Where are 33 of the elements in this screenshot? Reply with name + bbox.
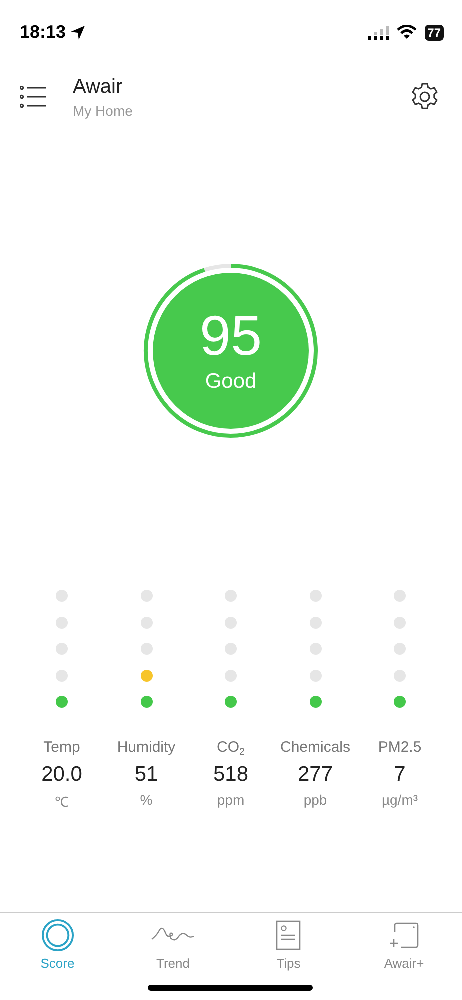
ring-icon bbox=[40, 919, 75, 952]
sensor-unit: ℃ bbox=[55, 792, 69, 811]
sensor-unit: ppm bbox=[217, 792, 245, 808]
sensor-unit: ppb bbox=[304, 792, 328, 808]
score-value: 95 bbox=[200, 308, 262, 364]
app-title: Awair bbox=[73, 76, 124, 99]
sensor-unit: % bbox=[140, 792, 153, 808]
score-label: Good bbox=[205, 370, 257, 394]
tab[interactable]: Score bbox=[0, 919, 116, 972]
sensor-value: 7 bbox=[394, 762, 406, 787]
tab[interactable]: Tips bbox=[231, 919, 346, 972]
tab[interactable]: Trend bbox=[116, 919, 231, 972]
sensor-name: CO$_{2}$ bbox=[217, 738, 245, 757]
sensor-name: Chemicals bbox=[280, 738, 351, 757]
location-name: My Home bbox=[73, 102, 133, 119]
signal-icon bbox=[368, 26, 390, 40]
sensor-name: PM2.5 bbox=[378, 738, 422, 757]
menu-icon[interactable] bbox=[20, 86, 47, 108]
sensor-value: 20.0 bbox=[42, 762, 82, 787]
sensor-value: 51 bbox=[134, 762, 158, 787]
sensor-unit: µg/m³ bbox=[382, 792, 418, 808]
document-icon bbox=[276, 919, 302, 952]
battery-level: 77 bbox=[424, 24, 444, 41]
sensor-value: 518 bbox=[213, 762, 249, 787]
settings-icon[interactable] bbox=[410, 82, 440, 112]
status-time: 18:13 bbox=[20, 22, 66, 44]
score-track bbox=[204, 264, 232, 272]
location-arrow-icon bbox=[70, 24, 86, 41]
tab[interactable]: Awair+ bbox=[346, 919, 462, 972]
sensor-name: Humidity bbox=[117, 738, 176, 757]
wifi-icon bbox=[396, 25, 417, 40]
sensor-name: Temp bbox=[44, 738, 80, 757]
sensor-value: 277 bbox=[298, 762, 334, 787]
